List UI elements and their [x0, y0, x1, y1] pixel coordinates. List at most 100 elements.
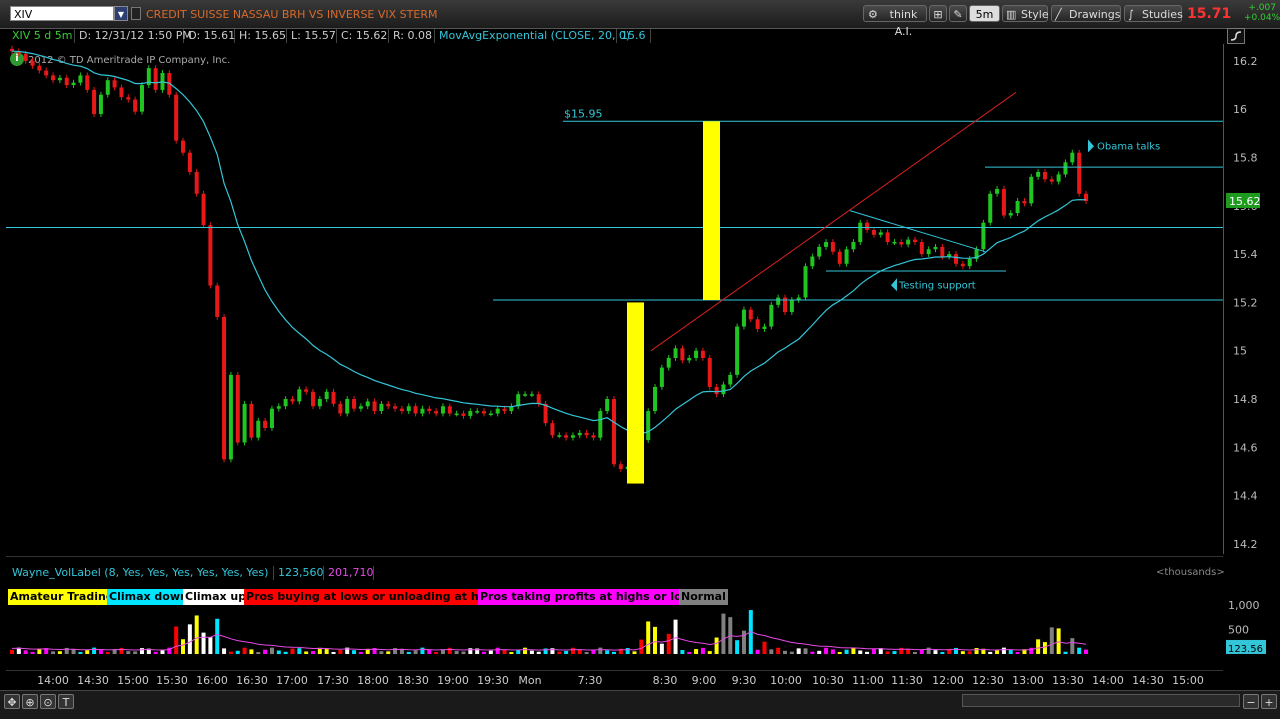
- volume-bar: [427, 649, 432, 654]
- volume-bar: [871, 648, 876, 654]
- volume-bar: [529, 650, 534, 654]
- candle-body: [283, 399, 288, 407]
- candle-body: [728, 374, 733, 385]
- volume-tick-label: 1,000: [1228, 599, 1260, 612]
- candle-body: [242, 403, 247, 443]
- volume-bar: [783, 650, 788, 654]
- price-tick-label: 16.2: [1233, 55, 1258, 68]
- candle-body: [153, 68, 158, 90]
- zoom-out-icon[interactable]: −: [1243, 694, 1259, 709]
- candle-body: [194, 172, 199, 194]
- volume-bar: [666, 633, 671, 654]
- volume-bar: [694, 649, 699, 654]
- candle-body: [413, 406, 418, 414]
- volume-bar: [653, 626, 658, 654]
- volume-bar: [338, 650, 343, 654]
- volume-bar: [133, 651, 138, 654]
- candle-body: [714, 386, 719, 395]
- time-tick-label: 16:00: [196, 674, 228, 687]
- volume-tick-label: 500: [1228, 623, 1249, 636]
- candle-body: [1008, 213, 1013, 216]
- candle-body: [550, 423, 555, 436]
- volume-bar: [1063, 651, 1068, 654]
- volume-bar: [912, 651, 917, 654]
- candle-body: [1070, 152, 1075, 163]
- volume-bar: [386, 651, 391, 654]
- volume-bar: [331, 651, 336, 654]
- pan-icon[interactable]: ✥: [4, 694, 20, 709]
- candle-body: [37, 65, 42, 71]
- candle-body: [735, 326, 740, 375]
- volume-bar: [283, 651, 288, 654]
- volume-bar: [646, 621, 651, 654]
- candle-body: [981, 222, 986, 250]
- volume-bar: [584, 652, 589, 654]
- volume-bar: [1029, 647, 1034, 654]
- volume-bar: [789, 651, 794, 654]
- volume-bar: [393, 648, 398, 654]
- candle-body: [304, 389, 309, 392]
- candle-body: [611, 399, 616, 465]
- candle-body: [844, 249, 849, 264]
- volume-bar: [310, 651, 315, 654]
- candle-body: [721, 384, 726, 395]
- volume-bar: [242, 647, 247, 654]
- candle-body: [30, 60, 35, 66]
- ema-line: [11, 50, 1087, 435]
- candle-body: [748, 309, 753, 320]
- candle-body: [372, 401, 377, 412]
- candle-body: [174, 94, 179, 141]
- climax-highlight-bar: [627, 302, 644, 484]
- candle-body: [447, 406, 452, 414]
- volume-bar: [304, 651, 309, 654]
- candle-body: [1015, 200, 1020, 214]
- time-axis-divider: [6, 670, 1223, 671]
- volume-study-label[interactable]: Wayne_VolLabel (8, Yes, Yes, Yes, Yes, Y…: [8, 566, 274, 580]
- time-tick-label: Mon: [518, 674, 542, 687]
- time-tick-label: 17:00: [276, 674, 308, 687]
- price-tick-label: 14.2: [1233, 538, 1258, 551]
- volume-bar: [215, 618, 220, 654]
- candle-body: [345, 399, 350, 414]
- zoom-in-icon[interactable]: +: [1261, 694, 1277, 709]
- candle-body: [51, 75, 56, 81]
- candle-body: [769, 304, 774, 327]
- candle-body: [365, 401, 370, 407]
- volume-bar: [1008, 649, 1013, 654]
- volume-bar: [536, 651, 541, 654]
- time-scrollbar[interactable]: [962, 694, 1240, 707]
- candle-body: [536, 394, 541, 404]
- candle-body: [940, 246, 945, 257]
- zoom-icon[interactable]: ⊕: [22, 694, 38, 709]
- candle-body: [1036, 172, 1041, 177]
- candle-body: [680, 348, 685, 361]
- candle-body: [1077, 152, 1082, 194]
- volume-bar: [181, 639, 186, 654]
- time-tick-label: 15:30: [156, 674, 188, 687]
- candle-body: [871, 229, 876, 235]
- time-tick-label: 14:00: [1092, 674, 1124, 687]
- volume-chart[interactable]: 1,000 500 123.56: [0, 590, 1280, 670]
- candle-body: [440, 406, 445, 414]
- candle-body: [105, 80, 110, 95]
- volume-bar: [406, 651, 411, 654]
- candle-body: [393, 406, 398, 409]
- volume-bar: [564, 650, 569, 654]
- candle-body: [139, 85, 144, 112]
- volume-bar: [495, 647, 500, 654]
- volume-bar: [611, 651, 616, 654]
- candle-body: [605, 399, 610, 412]
- candle-body: [926, 249, 931, 255]
- magnify-icon[interactable]: ⊙: [40, 694, 56, 709]
- volume-bar: [85, 650, 90, 654]
- text-tool-icon[interactable]: T: [58, 694, 74, 709]
- candle-body: [776, 297, 781, 305]
- price-chart[interactable]: $15.95 Obama talks Testing support 16.2 16 1…: [0, 0, 1280, 560]
- candle-body: [495, 408, 500, 414]
- candle-body: [468, 411, 473, 416]
- volume-bar: [235, 650, 240, 654]
- volume-bar: [824, 647, 829, 654]
- volume-bar: [796, 648, 801, 654]
- candle-body: [646, 411, 651, 441]
- volume-bar: [995, 650, 1000, 654]
